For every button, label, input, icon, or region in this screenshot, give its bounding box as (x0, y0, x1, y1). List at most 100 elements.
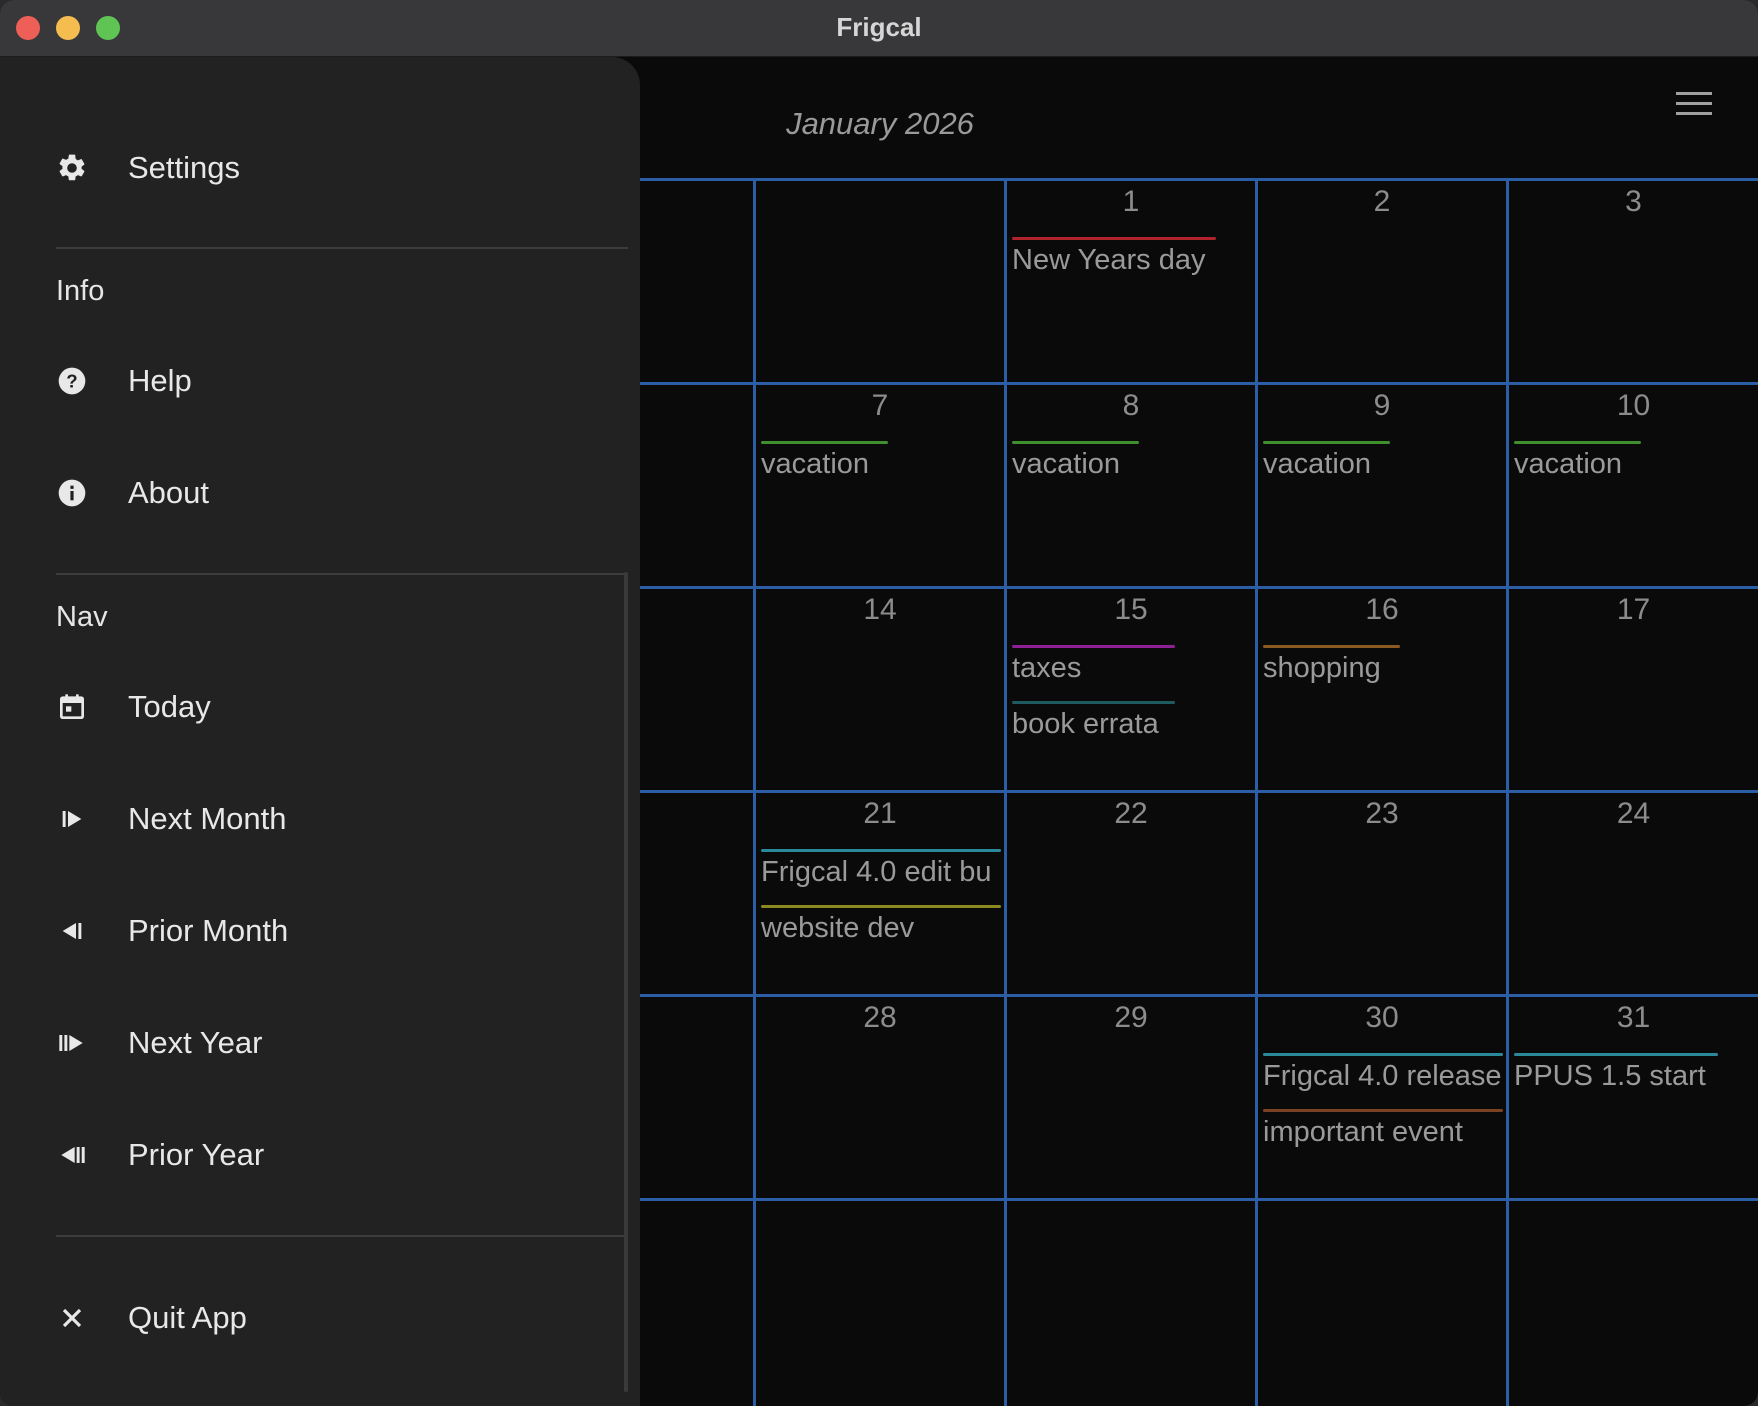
about-menu-item[interactable]: About (0, 447, 640, 537)
settings-label: Settings (128, 150, 241, 185)
calendar-grid: 1 New Years day 2 3 7 vacation 8 vacation 9 vacat… (502, 178, 1758, 1406)
event-color-bar (1263, 1109, 1503, 1112)
settings-menu-item[interactable]: Settings (0, 122, 640, 212)
day-number: 30 (1365, 1001, 1399, 1034)
svg-text:?: ? (66, 371, 77, 392)
prior-year-menu-item[interactable]: Prior Year (0, 1109, 640, 1199)
day-number: 17 (1616, 593, 1651, 626)
prior-month-label: Prior Month (128, 913, 289, 948)
info-icon (58, 479, 86, 507)
calendar-today-icon (60, 694, 84, 719)
prior-month-menu-item[interactable]: Prior Month (0, 885, 640, 975)
day-number: 8 (1122, 389, 1140, 422)
calendar-event[interactable]: taxes (1012, 645, 1255, 701)
day-cell[interactable]: 2 (1258, 181, 1509, 385)
month-title: January 2026 (786, 106, 974, 141)
today-label: Today (128, 689, 211, 724)
day-cell[interactable]: 10 vacation (1509, 385, 1758, 589)
day-cell[interactable]: 15 taxes book errata (1007, 589, 1258, 793)
day-cell[interactable] (1509, 1201, 1758, 1406)
day-number: 24 (1616, 797, 1651, 830)
day-cell[interactable] (756, 1201, 1007, 1406)
calendar-event[interactable]: vacation (761, 441, 1004, 497)
day-cell[interactable]: 9 vacation (1258, 385, 1509, 589)
event-title: vacation (1012, 448, 1121, 480)
day-cell[interactable]: 28 (756, 997, 1007, 1201)
event-color-bar (1012, 441, 1139, 444)
calendar-event[interactable]: vacation (1263, 441, 1506, 497)
event-title: shopping (1263, 652, 1381, 684)
day-number: 10 (1616, 389, 1651, 422)
event-title: vacation (761, 448, 870, 480)
event-title: important event (1263, 1116, 1463, 1148)
day-number: 3 (1625, 185, 1642, 218)
next-month-menu-item[interactable]: Next Month (0, 773, 640, 863)
calendar-event[interactable]: Frigcal 4.0 release (1263, 1053, 1506, 1109)
calendar-event[interactable]: PPUS 1.5 start (1514, 1053, 1758, 1109)
event-color-bar (1012, 237, 1216, 240)
event-title: vacation (1514, 448, 1623, 480)
calendar-event[interactable]: shopping (1263, 645, 1506, 701)
day-number: 16 (1365, 593, 1399, 626)
day-cell[interactable]: 21 Frigcal 4.0 edit bu website dev (756, 793, 1007, 997)
day-cell[interactable] (1258, 1201, 1509, 1406)
quit-app-label: Quit App (128, 1300, 247, 1335)
event-color-bar (761, 849, 1001, 852)
day-cell[interactable]: 1 New Years day (1007, 181, 1258, 385)
next-month-label: Next Month (128, 801, 287, 836)
calendar-event[interactable]: vacation (1012, 441, 1255, 497)
hamburger-menu-icon[interactable] (1674, 88, 1714, 118)
day-number: 29 (1114, 1001, 1148, 1034)
day-cell[interactable]: 17 (1509, 589, 1758, 793)
day-cell[interactable]: 8 vacation (1007, 385, 1258, 589)
divider (56, 1235, 628, 1237)
day-cell[interactable]: 22 (1007, 793, 1258, 997)
calendar-event[interactable]: vacation (1514, 441, 1758, 497)
day-number: 28 (863, 1001, 897, 1034)
event-title: PPUS 1.5 start (1514, 1060, 1706, 1092)
calendar-event[interactable]: Frigcal 4.0 edit bu (761, 849, 1004, 905)
day-cell[interactable]: 16 shopping (1258, 589, 1509, 793)
next-year-menu-item[interactable]: Next Year (0, 997, 640, 1087)
day-number: 15 (1114, 593, 1148, 626)
calendar-event[interactable]: important event (1263, 1109, 1506, 1165)
calendar-event[interactable]: website dev (761, 905, 1004, 961)
calendar-event[interactable]: New Years day (1012, 237, 1255, 293)
day-number: 31 (1616, 1001, 1651, 1034)
quit-app-menu-item[interactable]: Quit App (0, 1272, 640, 1362)
close-icon (62, 1308, 82, 1328)
event-title: Frigcal 4.0 edit bu (761, 856, 992, 888)
nav-section-label: Nav (56, 601, 108, 633)
day-cell[interactable]: 14 (756, 589, 1007, 793)
event-color-bar (1263, 645, 1400, 648)
next-year-label: Next Year (128, 1025, 263, 1060)
day-cell[interactable]: 29 (1007, 997, 1258, 1201)
event-color-bar (1514, 441, 1641, 444)
day-cell[interactable]: 31 PPUS 1.5 start (1509, 997, 1758, 1201)
today-menu-item[interactable]: Today (0, 661, 640, 751)
divider (56, 573, 628, 575)
skip-next-icon (62, 811, 82, 827)
day-cell[interactable]: 24 (1509, 793, 1758, 997)
day-cell[interactable]: 3 (1509, 181, 1758, 385)
prior-year-label: Prior Year (128, 1137, 265, 1172)
day-cell[interactable] (1007, 1201, 1258, 1406)
day-cell[interactable]: 23 (1258, 793, 1509, 997)
event-title: New Years day (1012, 244, 1206, 276)
help-menu-item[interactable]: ? Help (0, 335, 640, 425)
drawer-scrollbar[interactable] (624, 572, 628, 1392)
day-cell[interactable]: 7 vacation (756, 385, 1007, 589)
title-bar: Frigcal (0, 0, 1758, 57)
info-section-label: Info (56, 275, 105, 307)
calendar-event[interactable]: book errata (1012, 701, 1255, 757)
event-color-bar (1263, 1053, 1503, 1056)
day-number: 21 (863, 797, 897, 830)
day-number: 23 (1365, 797, 1399, 830)
help-icon: ? (58, 367, 86, 395)
day-cell[interactable]: 30 Frigcal 4.0 release important event (1258, 997, 1509, 1201)
help-label: Help (128, 363, 192, 398)
gear-icon (59, 154, 85, 181)
day-cell[interactable] (756, 181, 1007, 385)
event-color-bar (1263, 441, 1390, 444)
double-skip-next-icon (59, 1035, 83, 1051)
